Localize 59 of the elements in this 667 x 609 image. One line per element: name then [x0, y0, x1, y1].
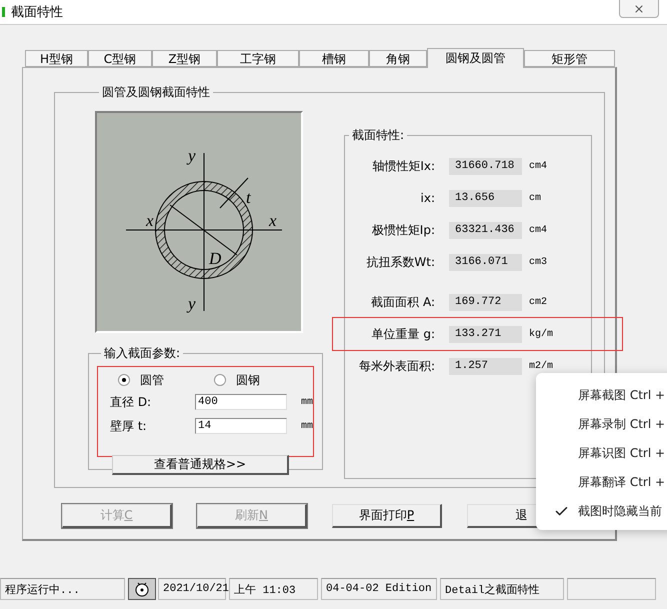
tab[interactable]: 角钢: [369, 50, 427, 67]
tab[interactable]: 槽钢: [299, 50, 369, 67]
property-label: 截面面积 A:: [370, 294, 436, 310]
property-label: 轴惯性矩Ix:: [371, 158, 436, 174]
unit-label: cm3: [529, 256, 548, 268]
field-label: 壁厚 t:: [110, 418, 148, 434]
unit-label: m2/m: [529, 360, 554, 372]
radio-label: 圆管: [140, 372, 164, 388]
radio-button[interactable]: [118, 374, 130, 386]
group-title: 圆管及圆钢截面特性: [101, 84, 211, 101]
pipe-section-drawing: y y x x D t: [97, 113, 301, 331]
property-label: ix:: [420, 191, 436, 205]
property-label: 单位重量 g:: [370, 326, 436, 342]
tab[interactable]: C型钢: [88, 50, 152, 67]
property-value: 13.656: [449, 190, 522, 206]
tab[interactable]: 矩形管: [524, 50, 615, 67]
property-value: 169.772: [449, 294, 522, 310]
status-module: Detail之截面特性: [440, 578, 564, 600]
field-label: 直径 D:: [110, 394, 152, 410]
property-value: 1.257: [449, 358, 522, 374]
input-field[interactable]: 14: [195, 418, 287, 434]
view-specs-button[interactable]: 查看普通规格>>: [112, 455, 289, 475]
status-message: 程序运行中...: [0, 578, 125, 600]
status-time: 上午 11:03: [229, 578, 318, 600]
radio-label: 圆钢: [236, 372, 260, 388]
status-edition: 04-04-02 Edition: [321, 578, 437, 600]
property-value: 133.271: [449, 326, 522, 342]
unit-label: cm4: [529, 160, 548, 172]
property-value: 3166.071: [449, 254, 522, 270]
unit-label: kg/m: [529, 328, 554, 340]
status-date: 2021/10/21: [158, 578, 226, 600]
unit-label: cm4: [529, 224, 548, 236]
input-group-title: 输入截面参数:: [103, 345, 182, 362]
input-field[interactable]: 400: [195, 394, 287, 410]
close-icon: [633, 2, 645, 14]
radio-button[interactable]: [214, 374, 226, 386]
menu-item[interactable]: 屏幕翻译 Ctrl +: [554, 468, 667, 497]
property-value: 63321.436: [449, 222, 522, 238]
menu-item[interactable]: 屏幕录制 Ctrl +: [554, 410, 667, 439]
close-button[interactable]: [619, 0, 659, 18]
property-label: 每米外表面积:: [358, 358, 436, 374]
window-title: 截面特性: [11, 4, 63, 21]
menu-item[interactable]: 屏幕识图 Ctrl +: [554, 439, 667, 468]
dialog-button[interactable]: 界面打印P: [332, 504, 442, 528]
unit-label: cm2: [529, 296, 548, 308]
property-value: 31660.718: [449, 158, 522, 174]
property-label: 极惯性矩Ip:: [370, 222, 436, 238]
unit-label: mm: [301, 420, 314, 432]
property-label: 抗扭系数Wt:: [365, 254, 436, 270]
tab[interactable]: 圆钢及圆管: [427, 48, 524, 68]
unit-label: mm: [301, 396, 314, 408]
properties-group-title: 截面特性:: [351, 127, 406, 144]
tab[interactable]: Z型钢: [152, 50, 217, 67]
tab[interactable]: H型钢: [25, 50, 88, 67]
app-icon: [2, 7, 5, 17]
unit-label: cm: [529, 192, 542, 204]
clock-icon[interactable]: [128, 578, 156, 600]
menu-item[interactable]: 屏幕截图 Ctrl +: [554, 381, 667, 410]
tab[interactable]: 工字钢: [217, 50, 299, 67]
